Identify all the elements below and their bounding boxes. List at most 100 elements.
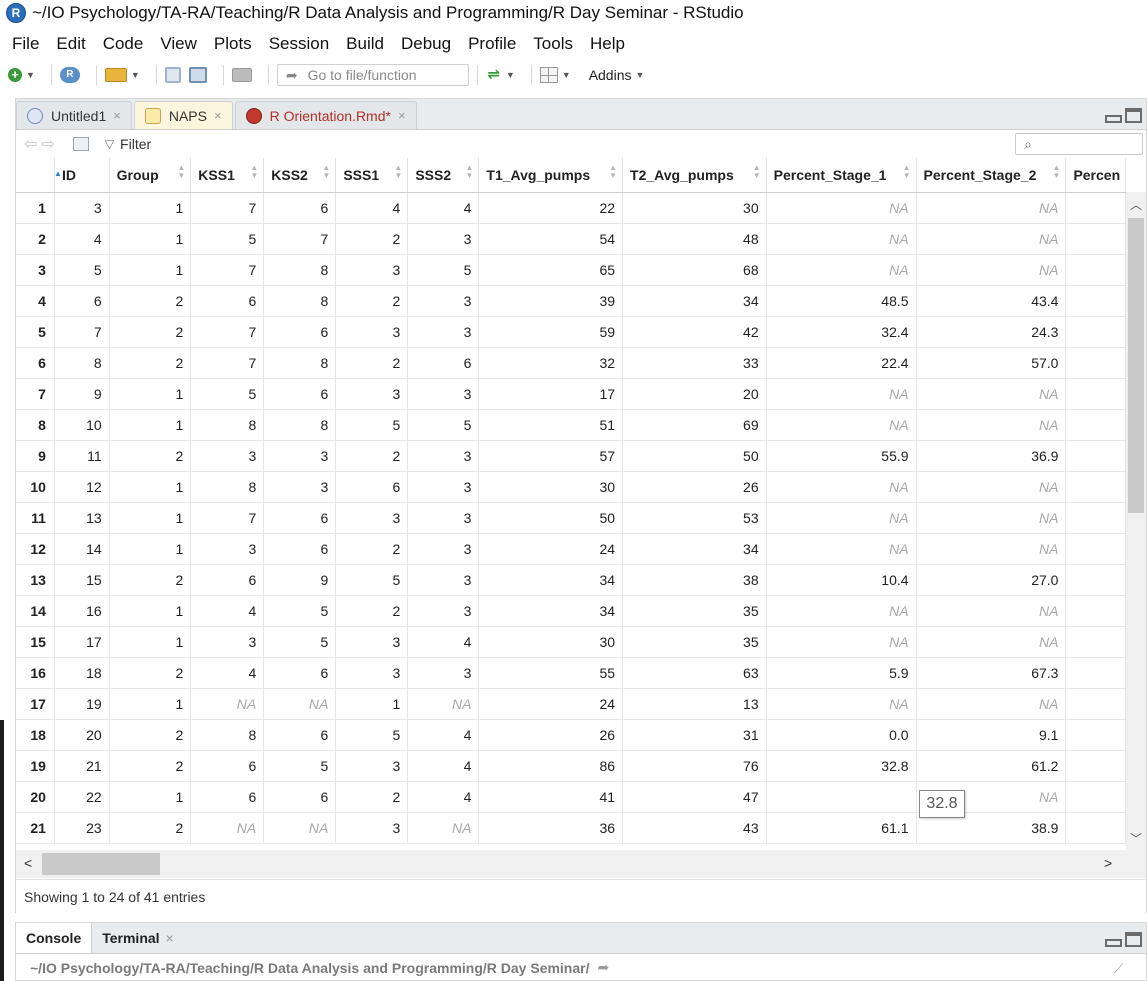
table-cell[interactable]: NA <box>766 409 917 441</box>
forward-arrow-icon[interactable]: ⇨ <box>41 134 54 154</box>
table-cell[interactable]: NA <box>766 471 917 503</box>
table-cell[interactable]: 3 <box>335 254 409 286</box>
table-cell[interactable]: 24 <box>478 688 624 720</box>
table-cell[interactable]: 16 <box>54 595 110 627</box>
table-cell[interactable]: 24 <box>478 533 624 565</box>
table-cell[interactable]: 6 <box>190 564 265 596</box>
table-cell[interactable]: 55 <box>478 657 624 689</box>
column-header-percent-stage-2[interactable]: Percent_Stage_2 ▲ ▼ <box>916 158 1067 193</box>
table-cell[interactable]: 2 <box>335 781 409 813</box>
table-cell[interactable]: 1 <box>109 626 192 658</box>
table-cell[interactable]: 0.0 <box>766 719 917 751</box>
column-header-t2-avg-pumps[interactable]: T2_Avg_pumps ▲ ▼ <box>622 158 767 193</box>
table-cell[interactable]: 2 <box>109 347 192 379</box>
table-cell[interactable]: NA <box>916 254 1067 286</box>
table-cell[interactable]: 4 <box>407 781 480 813</box>
table-cell[interactable] <box>766 781 917 813</box>
menu-code[interactable]: Code <box>103 34 144 54</box>
menu-profile[interactable]: Profile <box>468 34 516 54</box>
table-cell[interactable]: 21 <box>54 750 110 782</box>
close-icon[interactable]: × <box>113 108 121 123</box>
table-cell[interactable]: 5 <box>335 719 409 751</box>
table-cell[interactable]: 3 <box>335 378 409 410</box>
horizontal-scrollbar[interactable]: < > <box>16 850 1146 878</box>
table-cell[interactable]: 50 <box>478 502 624 534</box>
table-cell[interactable]: NA <box>916 378 1067 410</box>
table-cell[interactable]: 59 <box>478 316 624 348</box>
table-cell[interactable]: 2 <box>109 657 192 689</box>
menu-tools[interactable]: Tools <box>533 34 573 54</box>
table-cell[interactable]: 24.3 <box>916 316 1067 348</box>
maximize-pane-icon[interactable] <box>1125 931 1142 947</box>
column-header-sss2[interactable]: SSS2 ▲ ▼ <box>407 158 480 193</box>
column-header-id[interactable]: ID ▲ <box>54 158 110 193</box>
table-cell[interactable]: NA <box>766 595 917 627</box>
tab-r-orientation-rmd[interactable]: R Orientation.Rmd* × <box>234 101 417 129</box>
table-search-input[interactable]: ⌕ <box>1015 133 1143 155</box>
table-cell[interactable]: 8 <box>54 347 110 379</box>
table-cell[interactable]: 54 <box>478 223 624 255</box>
table-cell[interactable]: NA <box>766 254 917 286</box>
table-cell[interactable]: 22 <box>54 781 110 813</box>
table-cell[interactable]: 7 <box>54 316 110 348</box>
menu-view[interactable]: View <box>160 34 197 54</box>
table-cell[interactable]: NA <box>916 502 1067 534</box>
table-cell[interactable]: 7 <box>190 347 265 379</box>
table-cell[interactable]: 42 <box>622 316 767 348</box>
table-cell[interactable]: 7 <box>190 192 265 224</box>
table-cell[interactable]: 5 <box>190 223 265 255</box>
sort-icon[interactable]: ▲ ▼ <box>250 164 258 180</box>
table-cell[interactable]: 4 <box>407 750 480 782</box>
table-cell[interactable]: 6 <box>190 781 265 813</box>
goto-file-function-input[interactable]: ➦ Go to file/function <box>276 64 469 86</box>
table-cell[interactable]: 3 <box>190 533 265 565</box>
table-cell[interactable]: 3 <box>335 316 409 348</box>
table-cell[interactable]: 2 <box>335 533 409 565</box>
table-cell[interactable]: 4 <box>190 657 265 689</box>
table-cell[interactable]: 26 <box>478 719 624 751</box>
menu-file[interactable]: File <box>12 34 39 54</box>
menu-edit[interactable]: Edit <box>56 34 85 54</box>
table-cell[interactable]: 2 <box>109 719 192 751</box>
table-cell[interactable]: 63 <box>622 657 767 689</box>
table-cell[interactable]: 6 <box>263 502 337 534</box>
table-cell[interactable]: 5 <box>54 254 110 286</box>
knit-button[interactable]: ⇌ ▼ <box>486 66 515 84</box>
table-cell[interactable]: 3 <box>190 626 265 658</box>
table-cell[interactable]: 86 <box>478 750 624 782</box>
table-cell[interactable]: 76 <box>622 750 767 782</box>
table-cell[interactable]: 47 <box>622 781 767 813</box>
column-header-kss2[interactable]: KSS2 ▲ ▼ <box>263 158 337 193</box>
table-cell[interactable]: 3 <box>407 533 480 565</box>
table-cell[interactable]: NA <box>766 533 917 565</box>
menu-help[interactable]: Help <box>590 34 625 54</box>
table-cell[interactable]: 3 <box>407 378 480 410</box>
column-header-group[interactable]: Group ▲ ▼ <box>109 158 192 193</box>
table-cell[interactable]: 3 <box>263 440 337 472</box>
scroll-down-icon[interactable]: ﹀ <box>1130 830 1142 847</box>
sort-icon[interactable]: ▲ ▼ <box>903 164 911 180</box>
table-cell[interactable]: 9.1 <box>916 719 1067 751</box>
table-cell[interactable]: 2 <box>109 564 192 596</box>
table-cell[interactable]: 8 <box>263 254 337 286</box>
table-cell[interactable]: 1 <box>109 471 192 503</box>
table-cell[interactable]: 3 <box>335 502 409 534</box>
table-cell[interactable]: 30 <box>478 626 624 658</box>
table-cell[interactable]: 57 <box>478 440 624 472</box>
table-cell[interactable]: 6 <box>263 378 337 410</box>
addins-button[interactable]: Addins ▼ <box>579 67 645 83</box>
tab-terminal[interactable]: Terminal × <box>92 923 184 953</box>
table-cell[interactable]: 3 <box>407 564 480 596</box>
table-cell[interactable]: 33 <box>622 347 767 379</box>
print-button[interactable] <box>231 68 252 82</box>
table-cell[interactable]: NA <box>766 378 917 410</box>
table-cell[interactable]: 5 <box>407 254 480 286</box>
table-cell[interactable]: 9 <box>263 564 337 596</box>
table-cell[interactable]: 2 <box>109 750 192 782</box>
table-cell[interactable]: 7 <box>190 502 265 534</box>
sort-icon[interactable]: ▲ ▼ <box>1053 164 1061 180</box>
table-cell[interactable]: 7 <box>263 223 337 255</box>
table-cell[interactable]: 1 <box>109 595 192 627</box>
table-cell[interactable]: 1 <box>109 781 192 813</box>
table-cell[interactable]: 5 <box>335 409 409 441</box>
